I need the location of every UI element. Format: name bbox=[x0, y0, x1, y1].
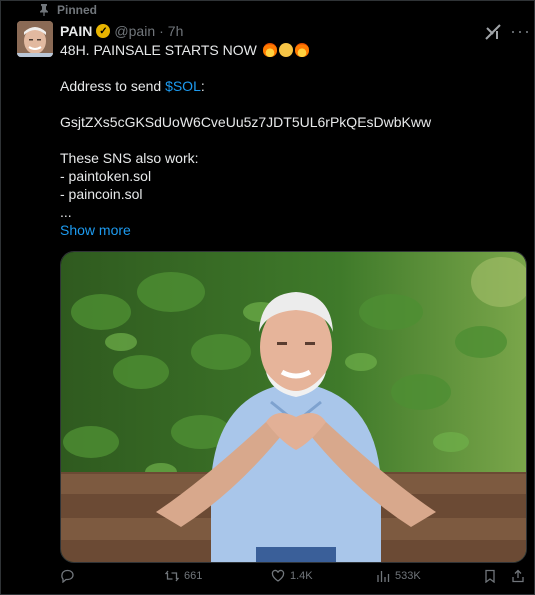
tweet-header: PAIN ✓ @pain · 7h bbox=[60, 23, 183, 39]
repost-icon bbox=[165, 570, 179, 582]
reply-icon bbox=[61, 569, 74, 583]
reply-button[interactable] bbox=[60, 569, 74, 583]
like-button[interactable]: 1.4K bbox=[271, 569, 313, 583]
separator-dot: · bbox=[159, 23, 164, 39]
bookmark-icon bbox=[485, 569, 495, 583]
sns-item: - paincoin.sol bbox=[60, 186, 143, 202]
repost-button[interactable]: 661 bbox=[165, 569, 202, 583]
share-icon bbox=[512, 569, 524, 583]
wallet-address: GsjtZXs5cGKSdUoW6CveUu5z7JDT5UL6rPkQEsDw… bbox=[60, 114, 432, 130]
timestamp[interactable]: 7h bbox=[168, 23, 184, 39]
address-suffix: : bbox=[200, 78, 205, 94]
like-icon bbox=[271, 569, 285, 582]
tweet-line-1: 48H. PAINSALE STARTS NOW bbox=[60, 41, 520, 59]
pin-icon bbox=[40, 4, 48, 16]
fire-emoji-icon bbox=[294, 43, 309, 57]
verified-badge-icon[interactable]: ✓ bbox=[96, 24, 111, 38]
headline-text: 48H. PAINSALE STARTS NOW bbox=[60, 42, 257, 58]
pinned-indicator: Pinned bbox=[39, 3, 97, 17]
views-button[interactable]: 533K bbox=[376, 569, 421, 583]
address-line: Address to send $SOL: bbox=[60, 77, 520, 95]
like-count: 1.4K bbox=[290, 570, 313, 582]
sns-intro: These SNS also work: bbox=[60, 150, 199, 166]
repost-count: 661 bbox=[184, 570, 203, 582]
tweet-card[interactable]: Pinned PAIN ✓ @pain · 7h ··· 48H. PAINSA… bbox=[0, 0, 535, 595]
ellipsis: ... bbox=[60, 204, 72, 220]
views-icon bbox=[377, 571, 390, 582]
author-name[interactable]: PAIN bbox=[60, 23, 92, 39]
bookmark-button[interactable] bbox=[483, 569, 497, 583]
avatar-image bbox=[17, 21, 53, 57]
tweet-media-image[interactable] bbox=[60, 251, 527, 563]
sns-item: - paintoken.sol bbox=[60, 168, 152, 184]
views-count: 533K bbox=[395, 570, 421, 582]
share-button[interactable] bbox=[511, 569, 525, 583]
show-more-link[interactable]: Show more bbox=[60, 221, 520, 239]
address-prefix: Address to send bbox=[60, 78, 166, 94]
more-icon[interactable]: ··· bbox=[510, 21, 531, 42]
fire-emoji-icon bbox=[262, 43, 277, 57]
author-handle[interactable]: @pain bbox=[114, 23, 155, 39]
grok-icon[interactable] bbox=[484, 23, 502, 41]
tweet-text: 48H. PAINSALE STARTS NOW Address to send… bbox=[60, 41, 520, 239]
tear-smile-emoji-icon bbox=[278, 43, 293, 57]
tweet-actions: 661 1.4K 533K bbox=[60, 569, 528, 591]
avatar[interactable] bbox=[17, 21, 53, 57]
photo-illustration bbox=[61, 252, 526, 562]
sol-cashtag-link[interactable]: $SOL bbox=[165, 78, 201, 94]
pinned-label: Pinned bbox=[57, 3, 98, 17]
